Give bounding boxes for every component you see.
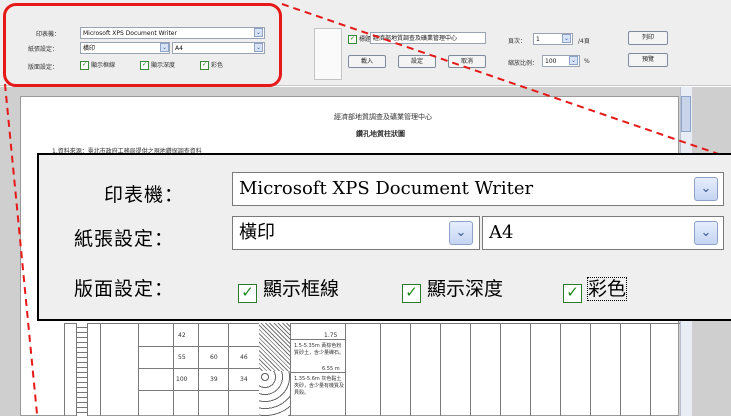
- show-frame-checkbox[interactable]: ✓ 顯示框線: [238, 274, 339, 303]
- leader-line: [4, 83, 38, 415]
- printer-select[interactable]: Microsoft XPS Document Writer: [232, 172, 724, 206]
- chevron-down-icon[interactable]: ⌄: [694, 221, 718, 245]
- chevron-down-icon[interactable]: ⌄: [694, 177, 718, 201]
- paper-size-select[interactable]: A4: [482, 216, 724, 250]
- checkmark-icon: ✓: [238, 284, 257, 303]
- paper-label: 紙張設定：: [74, 228, 175, 250]
- checkmark-icon: ✓: [563, 284, 582, 303]
- show-depth-checkbox[interactable]: ✓ 顯示深度: [402, 274, 503, 303]
- orientation-select[interactable]: 橫印: [232, 216, 480, 250]
- color-checkbox[interactable]: ✓ 彩色: [563, 274, 628, 303]
- layout-label: 版面設定：: [74, 278, 175, 300]
- printer-label: 印表機：: [104, 184, 185, 206]
- leader-line: [281, 3, 731, 159]
- checkmark-icon: ✓: [402, 284, 421, 303]
- chevron-down-icon[interactable]: ⌄: [449, 221, 473, 245]
